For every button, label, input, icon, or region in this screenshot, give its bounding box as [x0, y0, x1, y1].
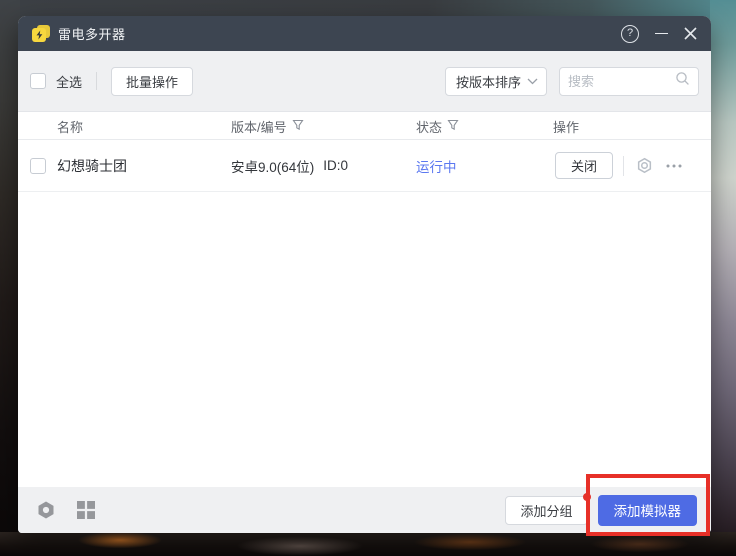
app-logo-icon — [32, 25, 50, 42]
select-all-label: 全选 — [56, 72, 82, 91]
sort-dropdown-value: 按版本排序 — [456, 72, 527, 91]
add-emulator-button[interactable]: 添加模拟器 — [598, 495, 698, 526]
search-input[interactable] — [568, 74, 675, 89]
grid-view-icon[interactable] — [76, 500, 96, 520]
column-header-version: 版本/编号 — [231, 112, 304, 140]
table-row: 幻想骑士团 安卓9.0(64位) ID:0 运行中 关闭 — [18, 140, 711, 192]
status-badge: 运行中 — [416, 140, 457, 191]
row-checkbox[interactable] — [30, 158, 46, 174]
row-actions-divider — [623, 156, 624, 176]
filter-funnel-icon[interactable] — [292, 119, 304, 134]
chevron-down-icon — [527, 72, 538, 90]
ldplayer-multi-instance-window: 雷电多开器 ? 全选 批量操作 按版本排序 — [18, 16, 711, 533]
help-icon[interactable]: ? — [621, 25, 639, 43]
instance-settings-gear-icon[interactable] — [634, 156, 654, 176]
instance-name: 幻想骑士团 — [57, 140, 127, 191]
toolbar-divider — [96, 72, 97, 90]
desktop-wallpaper-bottom — [0, 532, 736, 556]
settings-gear-icon[interactable] — [36, 500, 56, 520]
instance-list-empty-area — [18, 192, 711, 487]
instance-version: 安卓9.0(64位) ID:0 — [231, 140, 348, 191]
search-box — [559, 67, 699, 96]
minimize-icon[interactable] — [655, 26, 668, 41]
column-header-name: 名称 — [57, 112, 83, 140]
titlebar: 雷电多开器 ? — [18, 16, 711, 51]
desktop-wallpaper-right — [710, 0, 736, 556]
select-all-checkbox[interactable] — [30, 73, 46, 89]
notification-dot — [583, 493, 591, 501]
sort-dropdown[interactable]: 按版本排序 — [445, 67, 547, 96]
close-icon[interactable] — [684, 27, 697, 40]
toolbar: 全选 批量操作 按版本排序 — [18, 51, 711, 111]
column-header-status: 状态 — [416, 112, 459, 140]
column-header-operation: 操作 — [553, 112, 579, 140]
instance-id: ID:0 — [323, 158, 348, 173]
close-instance-button[interactable]: 关闭 — [555, 152, 613, 179]
batch-operation-button[interactable]: 批量操作 — [111, 67, 193, 96]
more-options-ellipsis-icon[interactable] — [664, 156, 684, 176]
footer-bar: 添加分组 添加模拟器 — [18, 487, 711, 533]
window-title: 雷电多开器 — [58, 24, 126, 43]
table-header: 名称 版本/编号 状态 操作 — [18, 111, 711, 140]
desktop-wallpaper-left — [0, 0, 20, 556]
search-icon — [675, 71, 690, 91]
add-group-button[interactable]: 添加分组 — [505, 496, 587, 525]
filter-funnel-icon[interactable] — [447, 119, 459, 134]
